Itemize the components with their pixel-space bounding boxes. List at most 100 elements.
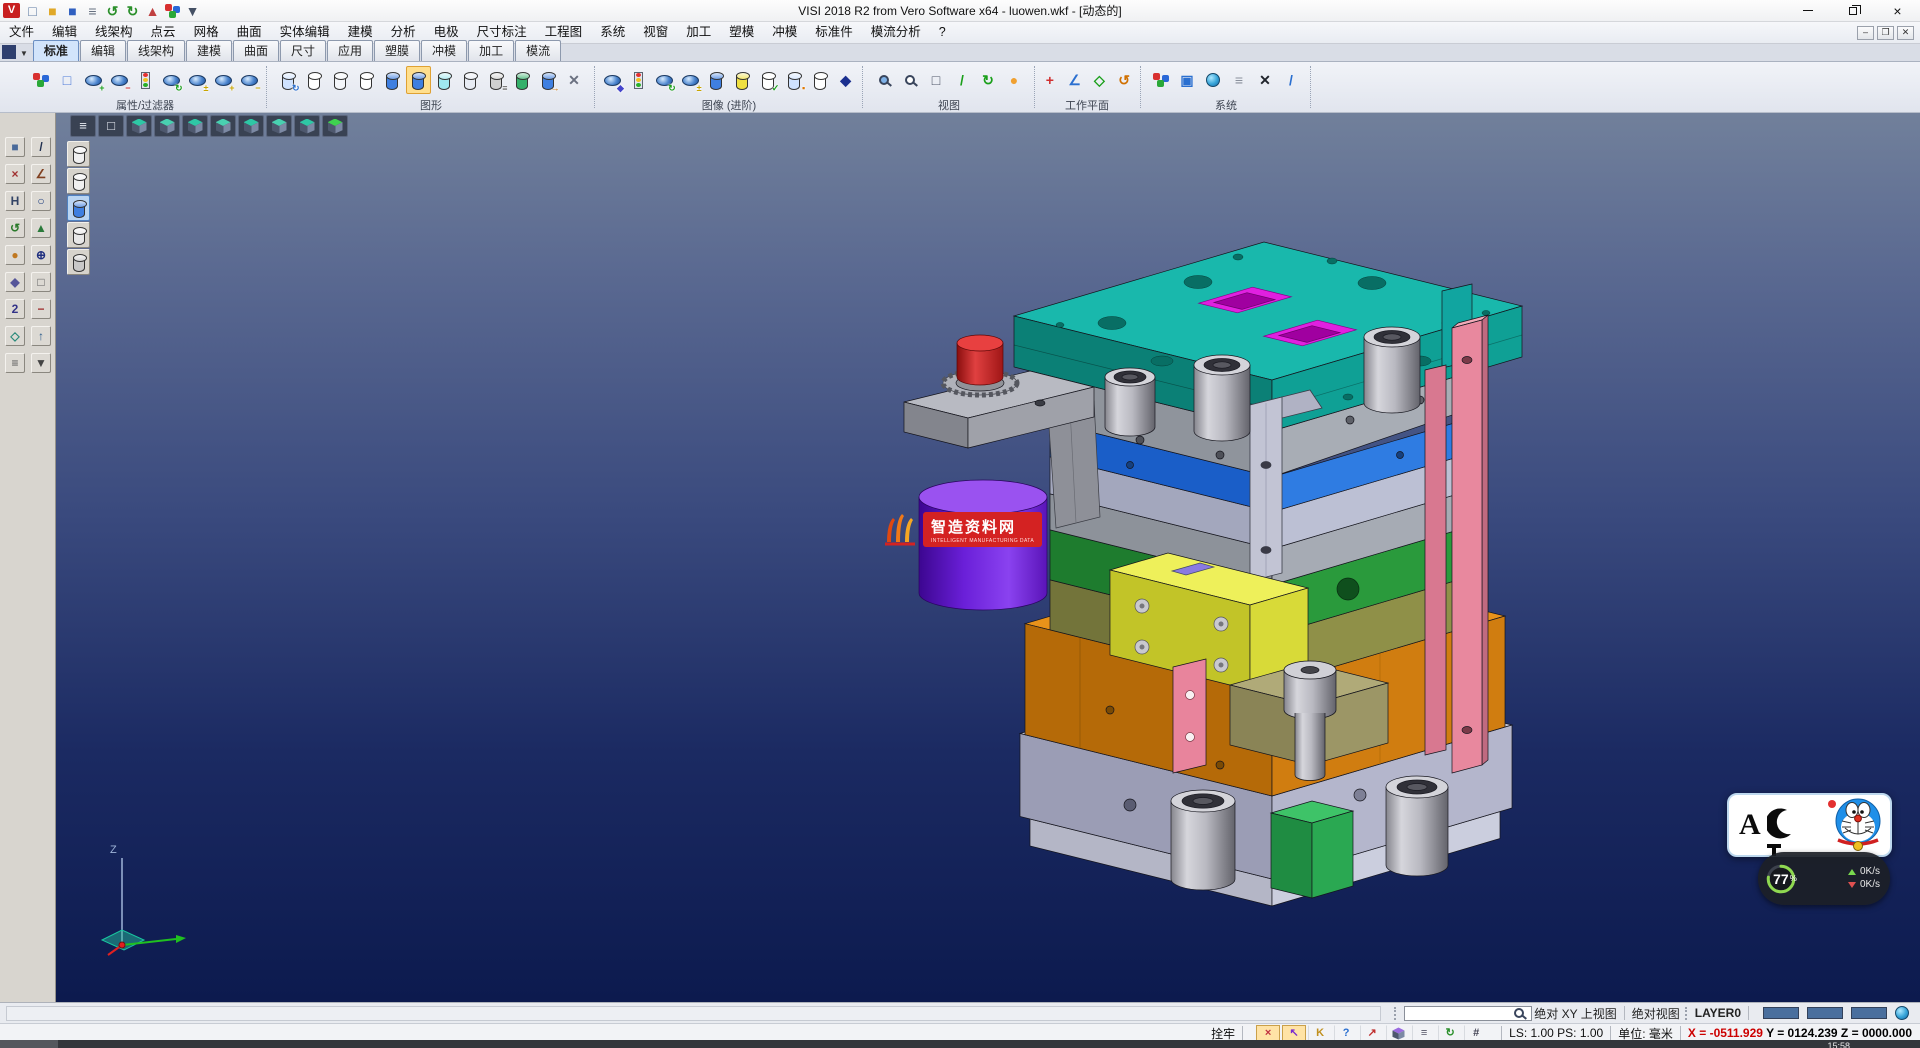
absolute-view-label[interactable]: 绝对视图 [1632,1005,1680,1022]
open-folder-icon[interactable]: ■ [44,3,61,19]
search-input[interactable] [1404,1006,1532,1021]
connection-globe-icon[interactable] [1894,1005,1910,1021]
spin-top-icon[interactable]: ◆ [833,66,858,94]
mesh-tool-icon[interactable]: ▲ [31,218,51,238]
search-icon[interactable] [1514,1008,1524,1018]
smart-cursor-icon[interactable]: ↖ [1282,1025,1306,1041]
query-tool-icon[interactable]: 2 [5,299,25,319]
close-button[interactable]: × [1875,0,1920,22]
new-file-icon[interactable]: □ [24,3,41,19]
grid-snap-icon[interactable]: # [1464,1025,1488,1041]
entity-status-icon[interactable] [626,66,651,94]
doraemon-widget[interactable]: A [1727,793,1892,857]
refresh-entities-icon[interactable]: ↻ [652,66,677,94]
move-tool-icon[interactable]: ↑ [31,326,51,346]
shade-tool-icon[interactable]: ● [5,245,25,265]
view-mode-combo[interactable]: 绝对 XY 上视图 [1534,1005,1616,1022]
view-top-icon[interactable] [154,115,180,137]
view-front-icon[interactable] [182,115,208,137]
dynamic-shade-icon[interactable]: → [536,66,561,94]
view-entities-icon[interactable]: ◆ [600,66,625,94]
ribbon-tab-10[interactable]: 加工 [468,40,514,61]
wireframe-mode-icon[interactable] [67,141,90,167]
system-palette-icon[interactable] [1149,66,1174,94]
hidden-line-icon[interactable] [328,66,353,94]
show-refresh-icon[interactable]: ↻ [159,66,184,94]
undo-icon[interactable]: ↺ [104,3,121,19]
compass-icon[interactable]: ↗ [1360,1025,1384,1041]
cpl-axes-icon[interactable]: + [1038,66,1062,94]
hatched-icon[interactable]: ≡ [484,66,509,94]
zoom-window-icon[interactable] [898,66,923,94]
render-ball-icon[interactable]: ● [1002,66,1027,94]
mdi-restore-button[interactable]: ❐ [1877,26,1894,40]
select-tool-icon[interactable]: ■ [5,137,25,157]
redo-icon[interactable]: ↻ [124,3,141,19]
zoom-box-icon[interactable]: □ [924,66,949,94]
multi-shade-icon[interactable] [510,66,535,94]
sketch-tool-icon[interactable]: ∠ [31,164,51,184]
zoom-all-icon[interactable] [872,66,897,94]
grid-card-icon[interactable]: ≡ [1227,66,1252,94]
wireframe-icon[interactable] [302,66,327,94]
menu-item-19[interactable]: 模流分析 [862,22,930,43]
workbox-icon[interactable] [1386,1025,1410,1041]
show-minus-icon[interactable]: − [237,66,262,94]
save-icon[interactable]: ■ [64,3,81,19]
minimize-button[interactable] [1785,0,1830,22]
view-bottom-icon[interactable] [294,115,320,137]
erase-tool-icon[interactable]: − [31,299,51,319]
view-right-icon[interactable] [210,115,236,137]
snap-label[interactable]: 拴牢 [1211,1025,1235,1042]
orbit-tool-icon[interactable]: ↺ [5,218,25,238]
menu-item-17[interactable]: 冲模 [763,22,806,43]
refresh-view-icon[interactable]: ↻ [976,66,1001,94]
shaded-edges-icon[interactable] [406,66,431,94]
cpl-plane-icon[interactable]: ◇ [1088,66,1112,94]
dashed-hidden-icon[interactable] [354,66,379,94]
ribbon-tab-9[interactable]: 冲模 [421,40,467,61]
circle-tool-icon[interactable]: ○ [31,191,51,211]
ghost-icon[interactable] [458,66,483,94]
analysis-mode-icon[interactable] [67,249,90,275]
transparent-icon[interactable] [432,66,457,94]
mdi-minimize-button[interactable]: – [1857,26,1874,40]
view-back-icon[interactable] [238,115,264,137]
view-iso-icon[interactable] [126,115,152,137]
insert-tool-icon[interactable]: ⊕ [31,245,51,265]
ghost-mode-icon[interactable] [67,222,90,248]
cut-tool-icon[interactable]: / [31,137,51,157]
preview-pages-icon[interactable]: □ [55,66,80,94]
color-swatch[interactable] [1850,1006,1888,1020]
viewport-window-icon[interactable]: □ [98,115,124,137]
shaded-mode-icon[interactable] [67,195,90,221]
striped-view-icon[interactable] [730,66,755,94]
show-remove-icon[interactable]: − [107,66,132,94]
show-toggle-icon[interactable]: ± [185,66,210,94]
tab-dropdown-icon[interactable]: ▼ [18,49,33,61]
menu-item-13[interactable]: 系统 [591,22,634,43]
ramp-icon[interactable]: / [1279,66,1304,94]
ribbon-tab-2[interactable]: 编辑 [80,40,126,61]
menu-item-16[interactable]: 塑模 [720,22,763,43]
tagged-view-icon[interactable]: ▪ [781,66,806,94]
trim-tool-icon[interactable]: × [5,164,25,184]
ribbon-tab-4[interactable]: 建模 [186,40,232,61]
ribbon-tab-1[interactable]: 标准 [33,40,79,61]
chart-icon[interactable]: ▲ [144,3,161,19]
view-shaded-icon[interactable] [322,115,348,137]
menu-item-15[interactable]: 加工 [677,22,720,43]
render-settings-icon[interactable]: ✕ [562,66,587,94]
speed-gauge-widget[interactable]: 77% 0K/s 0K/s [1758,852,1890,905]
viewport-menu-icon[interactable]: ≡ [70,115,96,137]
pen-swatch[interactable] [1806,1006,1844,1020]
viewport-3d[interactable]: ≡□ [56,113,1920,1002]
qat-dropdown-icon[interactable]: ▼ [184,3,201,19]
point-tool-icon[interactable]: ◆ [5,272,25,292]
layer-selector[interactable]: LAYER0 [1695,1006,1741,1020]
list-filter-icon[interactable]: ≡ [1412,1025,1436,1041]
ribbon-tab-7[interactable]: 应用 [327,40,373,61]
cpl-rotate-icon[interactable]: ↺ [1112,66,1136,94]
auto-refresh-icon[interactable]: ↻ [1438,1025,1462,1041]
redraw-icon[interactable]: ↻ [276,66,301,94]
